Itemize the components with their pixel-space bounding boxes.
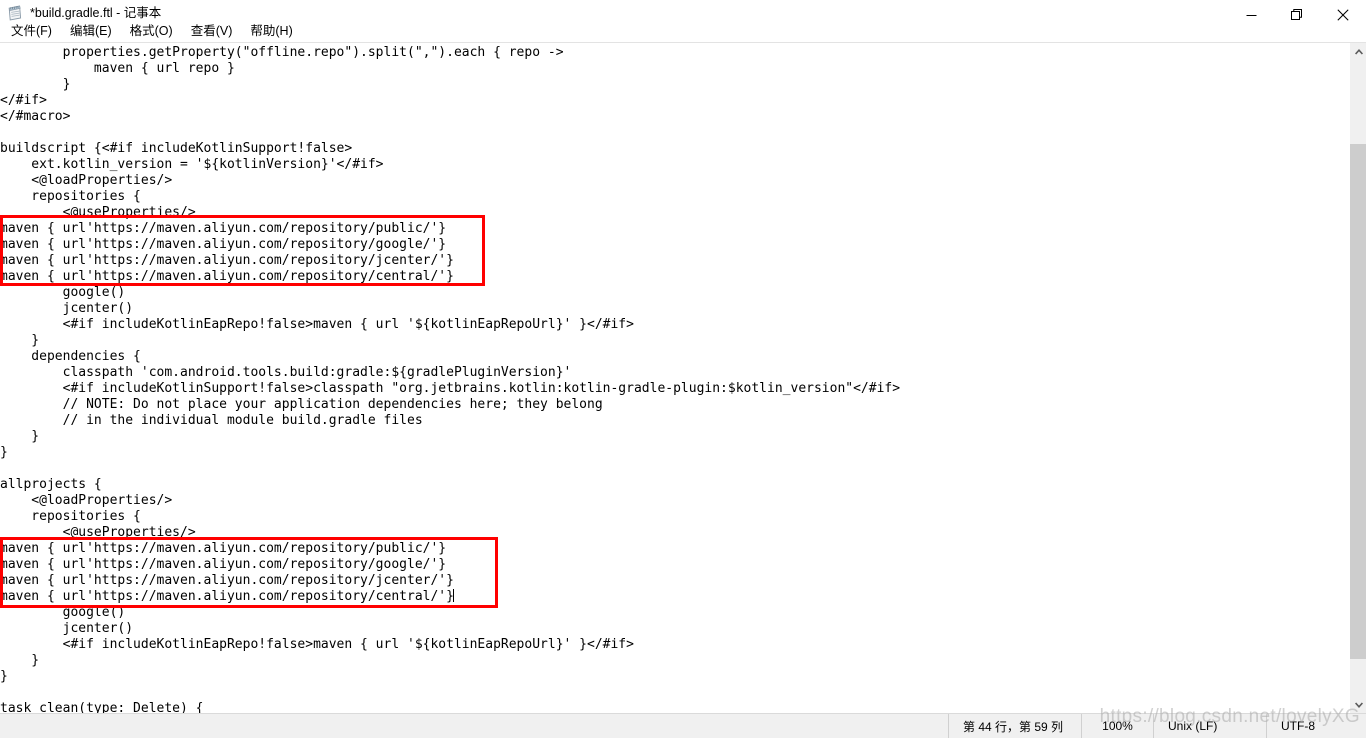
- code-line: }: [0, 669, 8, 684]
- code-line: maven { url'https://maven.aliyun.com/rep…: [0, 237, 447, 252]
- code-line: <@useProperties/>: [0, 525, 196, 540]
- menu-bar: 文件(F) 编辑(E) 格式(O) 查看(V) 帮助(H): [0, 22, 1366, 43]
- code-line: <@useProperties/>: [0, 205, 196, 220]
- code-line: dependencies {: [0, 349, 141, 364]
- code-line: maven { url'https://maven.aliyun.com/rep…: [0, 541, 447, 556]
- menu-help[interactable]: 帮助(H): [241, 22, 301, 42]
- code-line: <#if includeKotlinEapRepo!false>maven { …: [0, 637, 634, 652]
- code-line: </#macro>: [0, 109, 71, 124]
- code-line: maven { url'https://maven.aliyun.com/rep…: [0, 557, 447, 572]
- code-content[interactable]: properties.getProperty("offline.repo").s…: [0, 45, 900, 713]
- code-line: maven { url repo }: [0, 61, 235, 76]
- window-controls: [1228, 0, 1366, 30]
- code-line: }: [0, 653, 40, 668]
- status-zoom-level[interactable]: 100%: [1081, 714, 1153, 738]
- status-encoding: UTF-8: [1266, 714, 1366, 738]
- status-line-ending: Unix (LF): [1153, 714, 1266, 738]
- scrollbar-thumb[interactable]: [1350, 144, 1366, 659]
- code-line: <#if includeKotlinSupport!false>classpat…: [0, 381, 901, 396]
- code-line: // in the individual module build.gradle…: [0, 413, 423, 428]
- menu-format[interactable]: 格式(O): [121, 22, 182, 42]
- scroll-down-arrow[interactable]: [1350, 696, 1366, 713]
- scroll-up-arrow[interactable]: [1350, 43, 1366, 60]
- code-line: google(): [0, 605, 126, 620]
- editor-area: properties.getProperty("offline.repo").s…: [0, 43, 1366, 713]
- status-spacer: [0, 714, 948, 738]
- code-line: ext.kotlin_version = '${kotlinVersion}'<…: [0, 157, 384, 172]
- code-line: task clean(type: Delete) {: [0, 701, 204, 713]
- maximize-button[interactable]: [1274, 0, 1320, 30]
- code-line: maven { url'https://maven.aliyun.com/rep…: [0, 253, 454, 268]
- code-line: buildscript {<#if includeKotlinSupport!f…: [0, 141, 353, 156]
- notepad-icon: [7, 5, 23, 21]
- minimize-button[interactable]: [1228, 0, 1274, 30]
- code-line: }: [0, 333, 40, 348]
- code-line: maven { url'https://maven.aliyun.com/rep…: [0, 221, 447, 236]
- status-cursor-position: 第 44 行，第 59 列: [948, 714, 1081, 738]
- code-line: </#if>: [0, 93, 47, 108]
- notepad-window: *build.gradle.ftl - 记事本 文件(F) 编辑(E) 格式(O…: [0, 0, 1366, 738]
- menu-file[interactable]: 文件(F): [2, 22, 61, 42]
- code-line: <#if includeKotlinEapRepo!false>maven { …: [0, 317, 634, 332]
- text-caret: [452, 589, 454, 602]
- code-line: classpath 'com.android.tools.build:gradl…: [0, 365, 572, 380]
- vertical-scrollbar[interactable]: [1349, 43, 1366, 713]
- status-bar: 第 44 行，第 59 列 100% Unix (LF) UTF-8: [0, 713, 1366, 738]
- code-line: allprojects {: [0, 477, 102, 492]
- title-bar-left: *build.gradle.ftl - 记事本: [0, 5, 161, 21]
- code-line: maven { url'https://maven.aliyun.com/rep…: [0, 589, 454, 604]
- code-line: }: [0, 445, 8, 460]
- close-button[interactable]: [1320, 0, 1366, 30]
- code-line: maven { url'https://maven.aliyun.com/rep…: [0, 573, 454, 588]
- code-line: }: [0, 77, 71, 92]
- code-line: properties.getProperty("offline.repo").s…: [0, 45, 564, 60]
- menu-view[interactable]: 查看(V): [182, 22, 242, 42]
- code-line: // NOTE: Do not place your application d…: [0, 397, 603, 412]
- code-line: maven { url'https://maven.aliyun.com/rep…: [0, 269, 454, 284]
- code-line: <@loadProperties/>: [0, 493, 173, 508]
- code-line: jcenter(): [0, 621, 134, 636]
- code-line: google(): [0, 285, 126, 300]
- text-editor[interactable]: properties.getProperty("offline.repo").s…: [0, 43, 1349, 713]
- code-line: jcenter(): [0, 301, 134, 316]
- menu-edit[interactable]: 编辑(E): [61, 22, 121, 42]
- code-line: repositories {: [0, 509, 141, 524]
- title-bar: *build.gradle.ftl - 记事本: [0, 0, 1366, 22]
- window-title: *build.gradle.ftl - 记事本: [30, 6, 162, 20]
- code-line: repositories {: [0, 189, 141, 204]
- code-line: <@loadProperties/>: [0, 173, 173, 188]
- code-line: }: [0, 429, 40, 444]
